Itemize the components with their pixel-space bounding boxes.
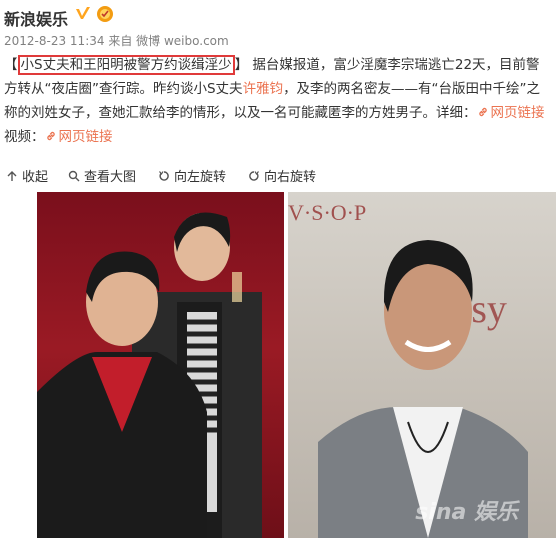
collapse-button[interactable]: 收起 <box>6 166 48 185</box>
mention-link[interactable]: 许雅钧 <box>243 81 284 97</box>
photo-left-panel <box>37 192 284 538</box>
rotate-left-label: 向左旋转 <box>174 170 227 185</box>
web-link-2-label: 网页链接 <box>58 129 113 145</box>
post-meta: 2012-8-23 11:34 来自 微博 weibo.com <box>4 32 229 49</box>
search-icon <box>68 170 80 182</box>
collapse-label: 收起 <box>22 170 49 185</box>
view-large-button[interactable]: 查看大图 <box>68 166 136 185</box>
link-icon <box>46 131 55 141</box>
svg-text:V·S·O·P: V·S·O·P <box>288 200 366 225</box>
post-header: 新浪娱乐 2012-8-23 11:34 来自 微博 weibo.com <box>0 0 556 60</box>
rotate-right-button[interactable]: 向右旋转 <box>248 166 316 185</box>
view-large-label: 查看大图 <box>84 170 137 185</box>
photo-right-panel: V·S·O·P essy <box>288 192 556 538</box>
arrow-up-icon <box>7 171 17 181</box>
web-link-2[interactable]: 网页链接 <box>45 129 113 145</box>
photo-watermark: sina 娱乐 <box>415 500 518 525</box>
post-body: 【小S丈夫和王阳明被警方约谈缉淫少】 据台媒报道，富少淫魔李宗瑞逃亡22天，目前… <box>4 53 552 149</box>
post-photo[interactable]: V·S·O·P essy sina 娱乐 <box>0 192 556 538</box>
medal-icon[interactable] <box>96 5 114 23</box>
rotate-right-icon <box>249 171 259 181</box>
verified-icon <box>76 7 90 19</box>
source-prefix: 来自 <box>108 34 133 48</box>
link-icon <box>478 107 487 117</box>
timestamp[interactable]: 2012-8-23 11:34 <box>4 34 105 48</box>
author-name[interactable]: 新浪娱乐 <box>4 6 68 30</box>
rotate-right-label: 向右旋转 <box>264 170 317 185</box>
post-title-highlighted: 小S丈夫和王阳明被警方约谈缉淫少 <box>17 55 235 75</box>
title-close-bracket: 】 <box>234 57 249 73</box>
image-toolbar: 收起 查看大图 向左旋转 向右旋转 <box>0 164 556 188</box>
web-link-1[interactable]: 网页链接 <box>477 105 545 121</box>
web-link-1-label: 网页链接 <box>490 105 545 121</box>
video-label: 视频： <box>4 129 45 145</box>
photo-left-illustration <box>37 212 262 538</box>
photo-right-illustration: V·S·O·P essy <box>288 200 528 538</box>
title-open-bracket: 【 <box>4 57 18 73</box>
rotate-left-icon <box>159 171 169 181</box>
source-link[interactable]: 微博 weibo.com <box>136 34 229 48</box>
rotate-left-button[interactable]: 向左旋转 <box>158 166 226 185</box>
